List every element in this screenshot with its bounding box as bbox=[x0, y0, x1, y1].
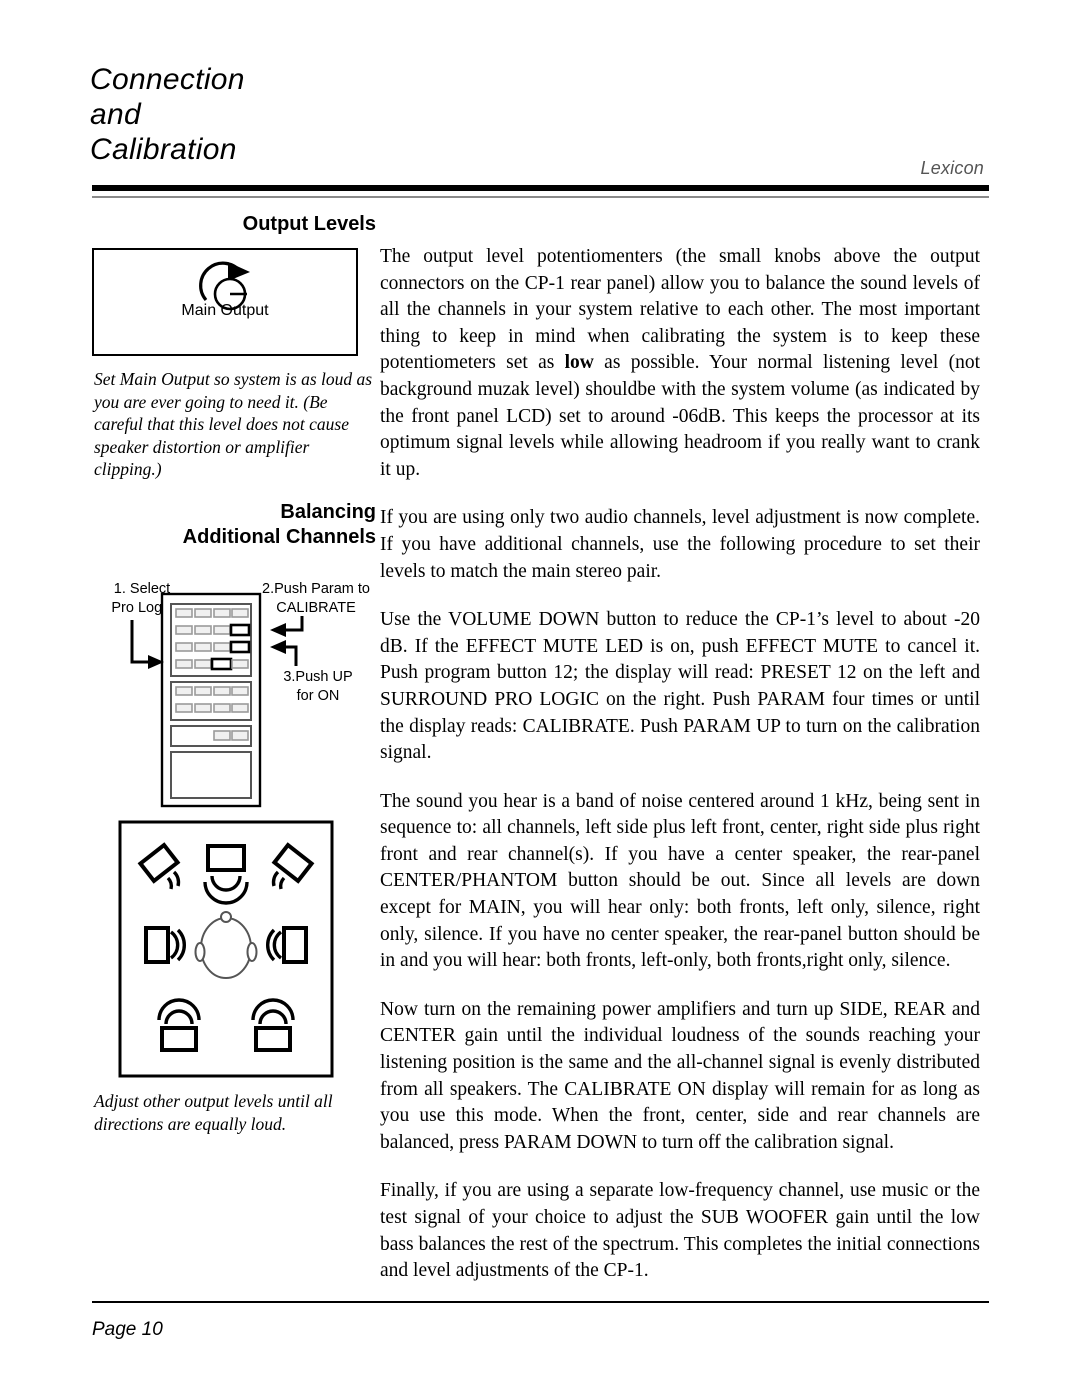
side-left-speaker-icon bbox=[144, 926, 186, 964]
body-paragraph-3: Use the VOLUME DOWN button to reduce the… bbox=[380, 609, 980, 764]
section-heading-balancing-line-1: Balancing bbox=[280, 501, 376, 523]
sidebar-column: Output Levels Main Output Set Main Outpu… bbox=[92, 212, 376, 1134]
body-paragraph-4: The sound you hear is a band of noise ce… bbox=[380, 790, 980, 972]
page-number: Page 10 bbox=[92, 1319, 163, 1340]
caption-main-output: Set Main Output so system is as loud as … bbox=[94, 369, 373, 479]
page-title-line-2: and bbox=[90, 98, 141, 131]
speaker-placement-diagram bbox=[118, 820, 334, 1078]
caption-adjust-levels: Adjust other output levels until all dir… bbox=[94, 1091, 333, 1134]
section-heading-balancing-line-2: Additional Channels bbox=[182, 526, 376, 548]
section-heading-output-levels-line-1: Output Levels bbox=[242, 213, 376, 235]
body-paragraph-6: Finally, if you are using a separate low… bbox=[380, 1180, 980, 1282]
section-heading-output-levels: Output Levels bbox=[92, 212, 376, 237]
main-output-knob-diagram: Main Output bbox=[92, 248, 358, 356]
leader-line-step-1 bbox=[130, 620, 164, 669]
page-title: Connection and Calibration bbox=[90, 62, 510, 167]
section-heading-balancing: Balancing Additional Channels bbox=[92, 500, 376, 550]
header-rule-thin bbox=[92, 196, 989, 198]
body-text-column: The output level potentiomenters (the sm… bbox=[380, 244, 980, 1285]
page-title-line-1: Connection bbox=[90, 63, 245, 96]
document-page: Connection and Calibration Lexicon Outpu… bbox=[0, 0, 1080, 1397]
remote-control-illustration bbox=[130, 592, 304, 808]
leader-line-step-2 bbox=[270, 616, 304, 637]
body-paragraph-1: The output level potentiomenters (the sm… bbox=[380, 246, 980, 480]
side-right-speaker-icon bbox=[266, 926, 308, 964]
speaker-placement-illustration bbox=[118, 820, 334, 1078]
footer-rule bbox=[92, 1301, 989, 1303]
brand-logo-text: Lexicon bbox=[920, 158, 984, 178]
page-title-line-3: Calibration bbox=[90, 133, 237, 166]
remote-control-diagram: 1. Select Pro Logic 2.Push Param to CALI… bbox=[92, 580, 376, 808]
header-rule-thick bbox=[92, 185, 989, 191]
main-output-knob-label: Main Output bbox=[181, 302, 269, 319]
leader-line-step-3 bbox=[270, 640, 298, 666]
body-paragraph-5: Now turn on the remaining power amplifie… bbox=[380, 998, 980, 1153]
body-paragraph-2: If you are using only two audio channels… bbox=[380, 507, 980, 582]
